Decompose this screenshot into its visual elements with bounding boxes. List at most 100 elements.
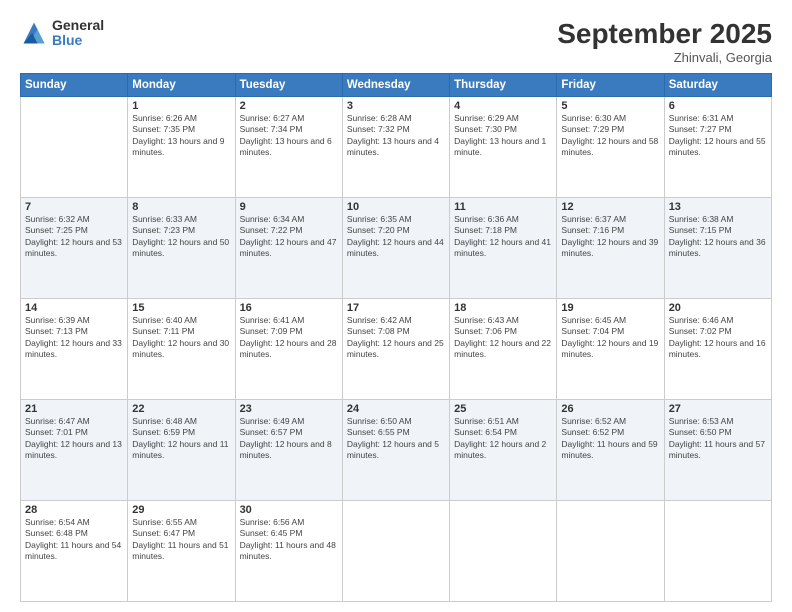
day-info: Sunrise: 6:26 AMSunset: 7:35 PMDaylight:… <box>132 113 224 157</box>
day-number: 3 <box>347 100 445 112</box>
calendar-cell: 7Sunrise: 6:32 AMSunset: 7:25 PMDaylight… <box>21 198 128 299</box>
calendar-cell: 3Sunrise: 6:28 AMSunset: 7:32 PMDaylight… <box>342 97 449 198</box>
day-number: 1 <box>132 100 230 112</box>
calendar-cell: 25Sunrise: 6:51 AMSunset: 6:54 PMDayligh… <box>450 400 557 501</box>
day-info: Sunrise: 6:50 AMSunset: 6:55 PMDaylight:… <box>347 416 439 460</box>
day-number: 6 <box>669 100 767 112</box>
day-number: 4 <box>454 100 552 112</box>
day-number: 20 <box>669 302 767 314</box>
day-number: 25 <box>454 403 552 415</box>
col-friday: Friday <box>557 74 664 97</box>
day-number: 8 <box>132 201 230 213</box>
page: General Blue September 2025 Zhinvali, Ge… <box>0 0 792 612</box>
day-number: 12 <box>561 201 659 213</box>
day-info: Sunrise: 6:32 AMSunset: 7:25 PMDaylight:… <box>25 214 122 258</box>
calendar-cell: 22Sunrise: 6:48 AMSunset: 6:59 PMDayligh… <box>128 400 235 501</box>
calendar-cell: 13Sunrise: 6:38 AMSunset: 7:15 PMDayligh… <box>664 198 771 299</box>
day-number: 14 <box>25 302 123 314</box>
day-number: 9 <box>240 201 338 213</box>
day-number: 5 <box>561 100 659 112</box>
calendar-week-2: 7Sunrise: 6:32 AMSunset: 7:25 PMDaylight… <box>21 198 772 299</box>
calendar-cell: 18Sunrise: 6:43 AMSunset: 7:06 PMDayligh… <box>450 299 557 400</box>
day-info: Sunrise: 6:55 AMSunset: 6:47 PMDaylight:… <box>132 517 228 561</box>
day-number: 22 <box>132 403 230 415</box>
calendar-cell: 6Sunrise: 6:31 AMSunset: 7:27 PMDaylight… <box>664 97 771 198</box>
calendar-cell: 14Sunrise: 6:39 AMSunset: 7:13 PMDayligh… <box>21 299 128 400</box>
day-number: 17 <box>347 302 445 314</box>
day-number: 29 <box>132 504 230 516</box>
day-number: 26 <box>561 403 659 415</box>
day-info: Sunrise: 6:47 AMSunset: 7:01 PMDaylight:… <box>25 416 122 460</box>
day-info: Sunrise: 6:27 AMSunset: 7:34 PMDaylight:… <box>240 113 332 157</box>
calendar-week-4: 21Sunrise: 6:47 AMSunset: 7:01 PMDayligh… <box>21 400 772 501</box>
logo-blue: Blue <box>52 33 104 48</box>
calendar-cell: 24Sunrise: 6:50 AMSunset: 6:55 PMDayligh… <box>342 400 449 501</box>
calendar-cell: 2Sunrise: 6:27 AMSunset: 7:34 PMDaylight… <box>235 97 342 198</box>
month-title: September 2025 <box>557 18 772 50</box>
day-number: 16 <box>240 302 338 314</box>
calendar-cell: 17Sunrise: 6:42 AMSunset: 7:08 PMDayligh… <box>342 299 449 400</box>
day-info: Sunrise: 6:37 AMSunset: 7:16 PMDaylight:… <box>561 214 658 258</box>
day-number: 11 <box>454 201 552 213</box>
day-info: Sunrise: 6:52 AMSunset: 6:52 PMDaylight:… <box>561 416 657 460</box>
calendar-cell: 12Sunrise: 6:37 AMSunset: 7:16 PMDayligh… <box>557 198 664 299</box>
calendar-cell: 4Sunrise: 6:29 AMSunset: 7:30 PMDaylight… <box>450 97 557 198</box>
day-number: 23 <box>240 403 338 415</box>
day-info: Sunrise: 6:30 AMSunset: 7:29 PMDaylight:… <box>561 113 658 157</box>
calendar-week-1: 1Sunrise: 6:26 AMSunset: 7:35 PMDaylight… <box>21 97 772 198</box>
day-number: 15 <box>132 302 230 314</box>
calendar-cell <box>664 501 771 602</box>
day-number: 28 <box>25 504 123 516</box>
logo-icon <box>20 19 48 47</box>
col-wednesday: Wednesday <box>342 74 449 97</box>
calendar-cell: 11Sunrise: 6:36 AMSunset: 7:18 PMDayligh… <box>450 198 557 299</box>
day-number: 7 <box>25 201 123 213</box>
col-saturday: Saturday <box>664 74 771 97</box>
day-info: Sunrise: 6:54 AMSunset: 6:48 PMDaylight:… <box>25 517 121 561</box>
col-thursday: Thursday <box>450 74 557 97</box>
logo-general: General <box>52 18 104 33</box>
col-sunday: Sunday <box>21 74 128 97</box>
day-info: Sunrise: 6:33 AMSunset: 7:23 PMDaylight:… <box>132 214 229 258</box>
calendar-cell: 21Sunrise: 6:47 AMSunset: 7:01 PMDayligh… <box>21 400 128 501</box>
day-info: Sunrise: 6:39 AMSunset: 7:13 PMDaylight:… <box>25 315 122 359</box>
calendar-cell: 15Sunrise: 6:40 AMSunset: 7:11 PMDayligh… <box>128 299 235 400</box>
logo: General Blue <box>20 18 104 49</box>
day-info: Sunrise: 6:43 AMSunset: 7:06 PMDaylight:… <box>454 315 551 359</box>
calendar-cell: 29Sunrise: 6:55 AMSunset: 6:47 PMDayligh… <box>128 501 235 602</box>
calendar-cell <box>557 501 664 602</box>
calendar-cell: 16Sunrise: 6:41 AMSunset: 7:09 PMDayligh… <box>235 299 342 400</box>
col-tuesday: Tuesday <box>235 74 342 97</box>
day-number: 19 <box>561 302 659 314</box>
location: Zhinvali, Georgia <box>557 50 772 65</box>
day-info: Sunrise: 6:51 AMSunset: 6:54 PMDaylight:… <box>454 416 546 460</box>
calendar-cell: 30Sunrise: 6:56 AMSunset: 6:45 PMDayligh… <box>235 501 342 602</box>
day-info: Sunrise: 6:36 AMSunset: 7:18 PMDaylight:… <box>454 214 551 258</box>
calendar-cell: 8Sunrise: 6:33 AMSunset: 7:23 PMDaylight… <box>128 198 235 299</box>
day-number: 24 <box>347 403 445 415</box>
day-info: Sunrise: 6:56 AMSunset: 6:45 PMDaylight:… <box>240 517 336 561</box>
calendar-cell: 19Sunrise: 6:45 AMSunset: 7:04 PMDayligh… <box>557 299 664 400</box>
day-number: 30 <box>240 504 338 516</box>
day-info: Sunrise: 6:42 AMSunset: 7:08 PMDaylight:… <box>347 315 444 359</box>
day-number: 13 <box>669 201 767 213</box>
calendar-cell: 10Sunrise: 6:35 AMSunset: 7:20 PMDayligh… <box>342 198 449 299</box>
day-number: 10 <box>347 201 445 213</box>
calendar-week-3: 14Sunrise: 6:39 AMSunset: 7:13 PMDayligh… <box>21 299 772 400</box>
calendar: Sunday Monday Tuesday Wednesday Thursday… <box>20 73 772 602</box>
calendar-cell: 23Sunrise: 6:49 AMSunset: 6:57 PMDayligh… <box>235 400 342 501</box>
day-info: Sunrise: 6:48 AMSunset: 6:59 PMDaylight:… <box>132 416 228 460</box>
calendar-cell: 26Sunrise: 6:52 AMSunset: 6:52 PMDayligh… <box>557 400 664 501</box>
calendar-cell: 27Sunrise: 6:53 AMSunset: 6:50 PMDayligh… <box>664 400 771 501</box>
day-info: Sunrise: 6:35 AMSunset: 7:20 PMDaylight:… <box>347 214 444 258</box>
day-info: Sunrise: 6:31 AMSunset: 7:27 PMDaylight:… <box>669 113 766 157</box>
header: General Blue September 2025 Zhinvali, Ge… <box>20 18 772 65</box>
day-number: 27 <box>669 403 767 415</box>
day-number: 21 <box>25 403 123 415</box>
day-info: Sunrise: 6:41 AMSunset: 7:09 PMDaylight:… <box>240 315 337 359</box>
calendar-week-5: 28Sunrise: 6:54 AMSunset: 6:48 PMDayligh… <box>21 501 772 602</box>
calendar-cell <box>450 501 557 602</box>
calendar-cell: 5Sunrise: 6:30 AMSunset: 7:29 PMDaylight… <box>557 97 664 198</box>
calendar-cell: 1Sunrise: 6:26 AMSunset: 7:35 PMDaylight… <box>128 97 235 198</box>
day-info: Sunrise: 6:28 AMSunset: 7:32 PMDaylight:… <box>347 113 439 157</box>
